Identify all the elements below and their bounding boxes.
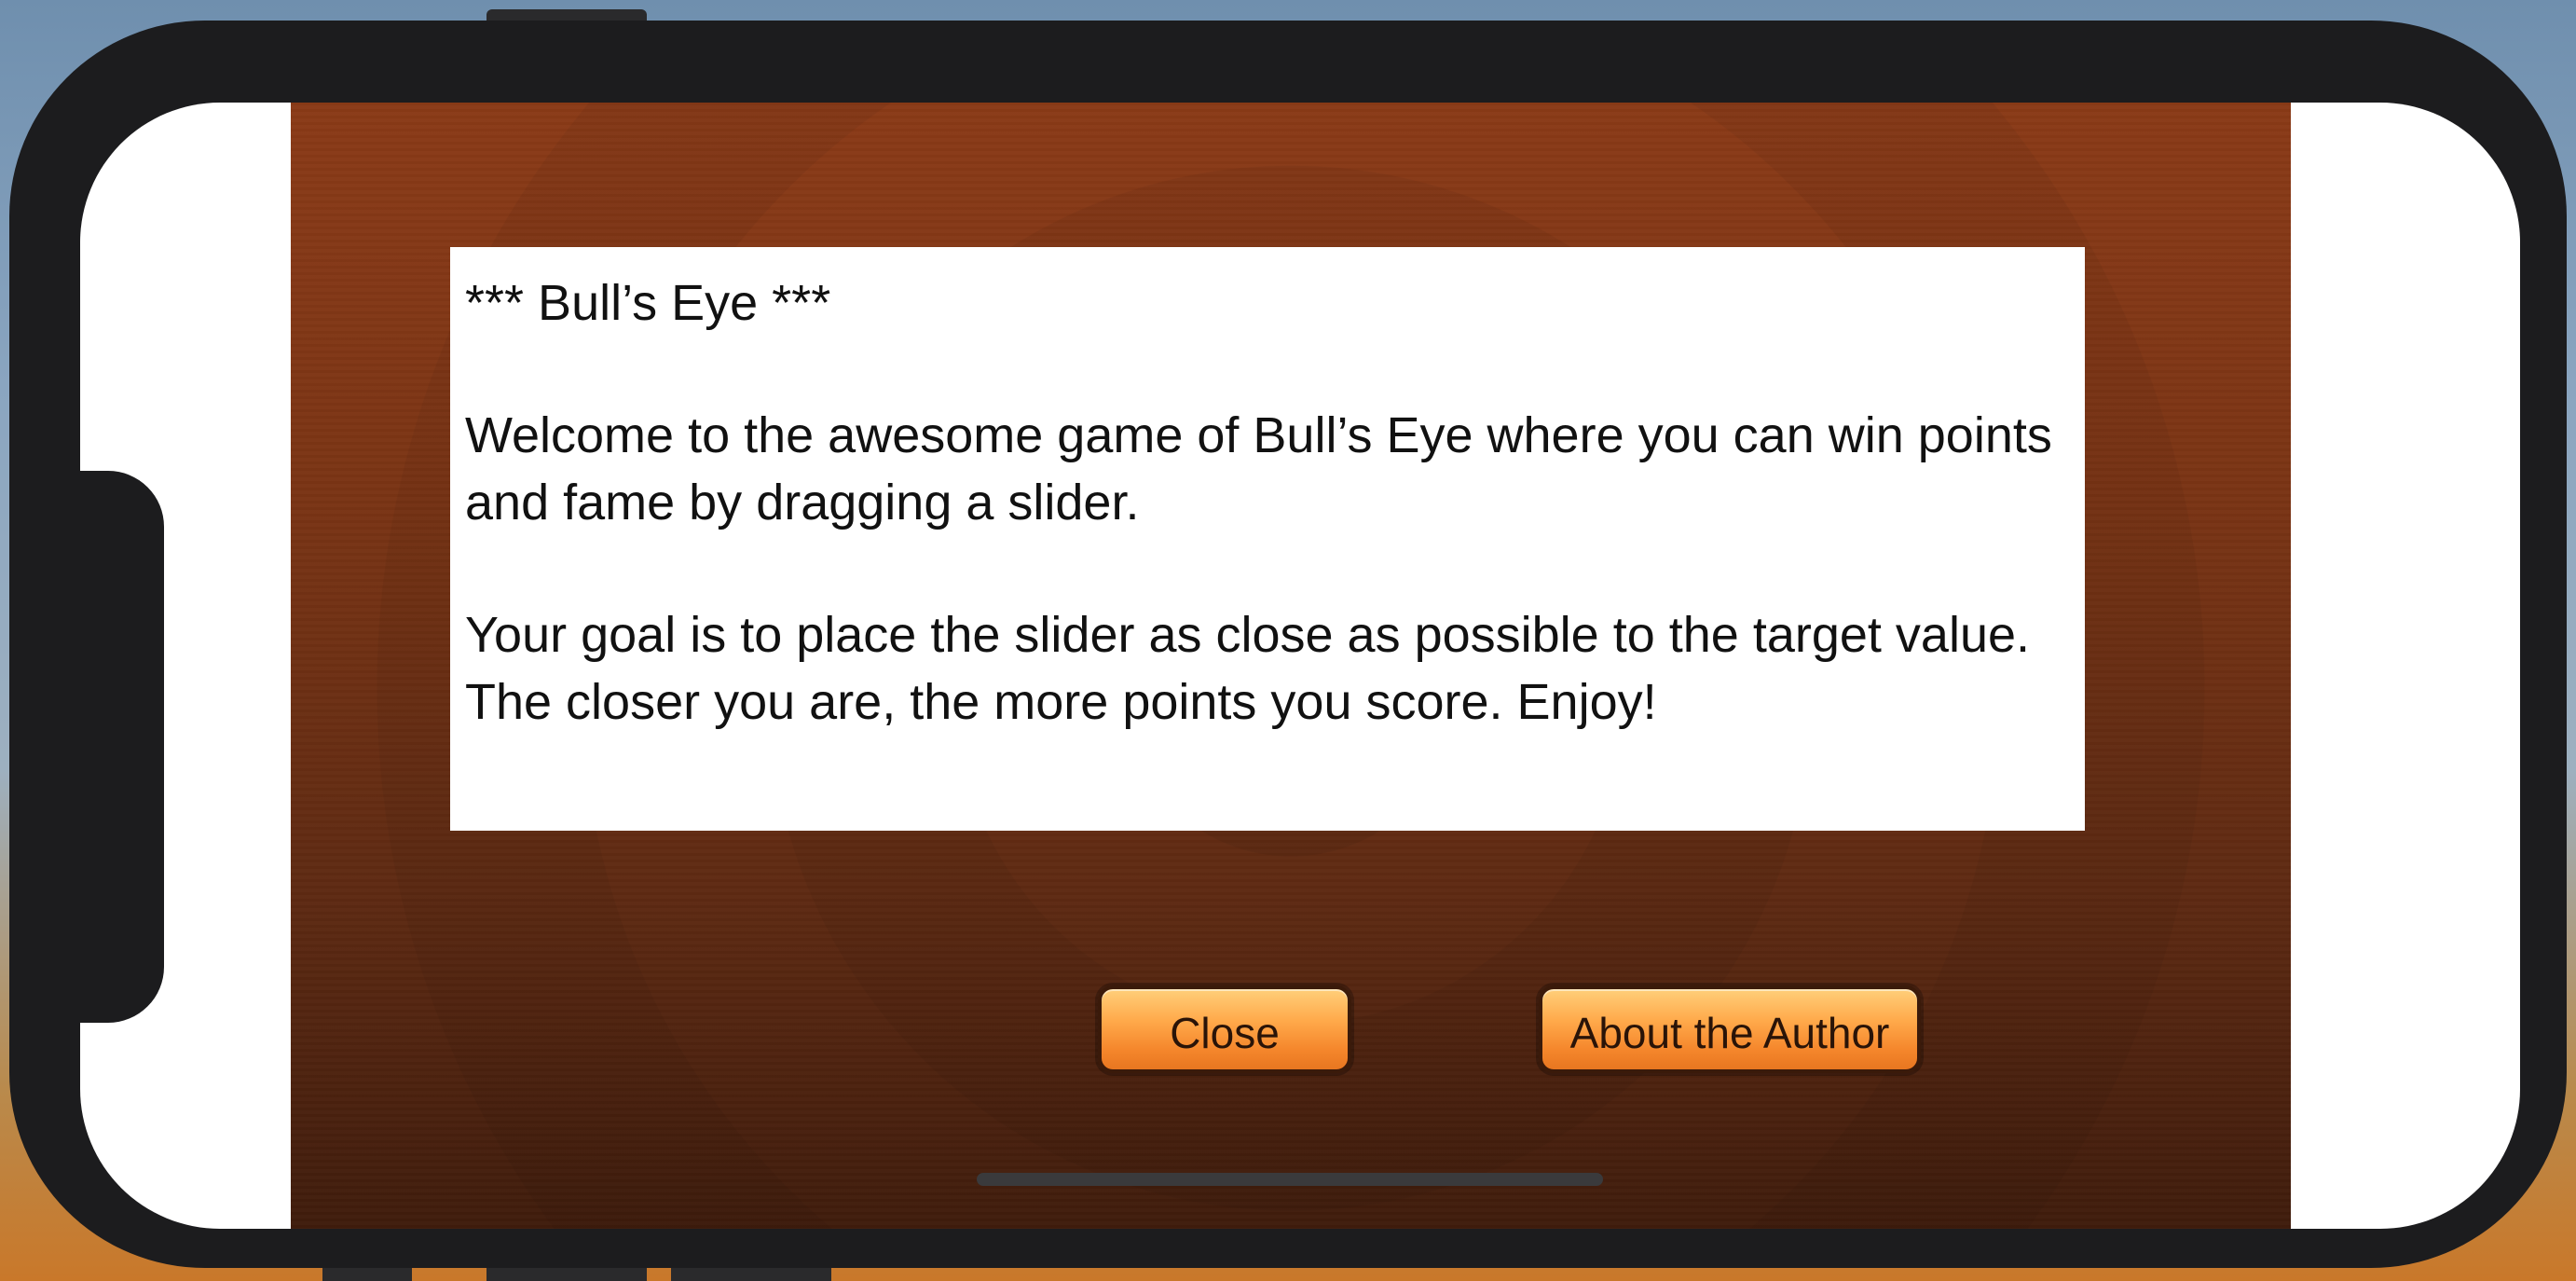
about-paragraph-welcome: Welcome to the awesome game of Bull’s Ey…: [465, 407, 2052, 530]
about-text-panel: *** Bull’s Eye *** Welcome to the awesom…: [450, 247, 2085, 831]
close-button[interactable]: Close: [1098, 985, 1351, 1073]
about-paragraph-goal: Your goal is to place the slider as clos…: [465, 607, 2031, 730]
device-bottom-button-3: [671, 1266, 831, 1281]
device-notch: [80, 471, 164, 1023]
about-author-button[interactable]: About the Author: [1539, 985, 1921, 1073]
device-bottom-button-2: [486, 1266, 647, 1281]
about-title: *** Bull’s Eye ***: [465, 275, 831, 331]
device-bottom-button-1: [322, 1266, 412, 1281]
home-indicator[interactable]: [977, 1173, 1603, 1186]
